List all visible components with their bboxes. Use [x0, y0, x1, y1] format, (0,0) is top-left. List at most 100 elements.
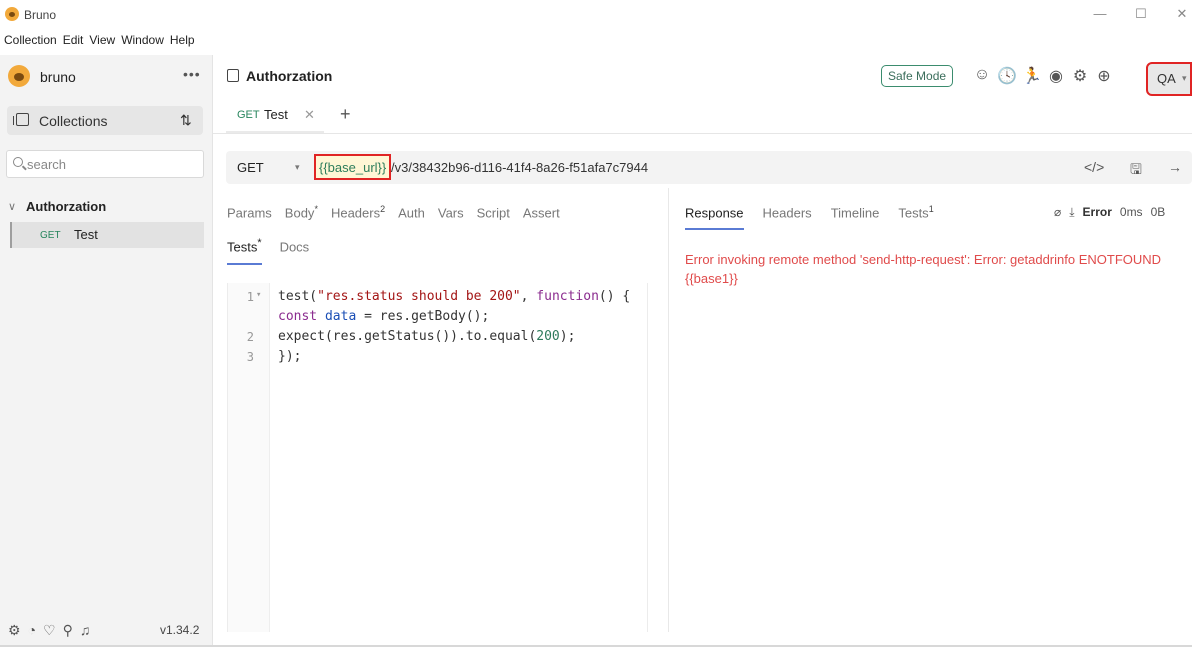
eye-icon[interactable]: ◉: [1047, 66, 1065, 86]
menu-help[interactable]: Help: [170, 33, 195, 51]
clock-icon[interactable]: 🕓: [997, 66, 1017, 86]
settings-icon[interactable]: ⚙: [8, 622, 21, 639]
code-text: test("res.status should be 200", functio…: [278, 289, 631, 304]
chevron-down-icon: ▾: [1182, 73, 1187, 83]
response-status-bar: ⌀ ⤓ Error 0ms 0B: [1054, 205, 1165, 220]
collection-name: Authorzation: [26, 199, 107, 214]
workspace-name: bruno: [40, 69, 76, 85]
code-line: const data = res.getBody();: [228, 309, 648, 329]
collection-item[interactable]: ∨ Authorzation: [8, 199, 208, 219]
code-text: const data = res.getBody();: [278, 309, 490, 324]
tab-headers[interactable]: Headers2: [331, 204, 385, 220]
tab-docs[interactable]: Docs: [280, 237, 310, 265]
tab-script[interactable]: Script: [477, 204, 510, 220]
chevron-down-icon[interactable]: ▾: [295, 162, 300, 173]
safe-mode-badge[interactable]: Safe Mode: [881, 65, 954, 87]
tab-timeline[interactable]: Timeline: [831, 204, 880, 230]
chevron-down-icon: ∨: [8, 201, 17, 213]
sort-icon[interactable]: ⇅: [180, 112, 192, 129]
tests-code-editor[interactable]: 1 ▾ test("res.status should be 200", fun…: [227, 283, 648, 632]
search-input[interactable]: [27, 155, 197, 173]
collections-label: Collections: [39, 113, 108, 129]
more-options-icon[interactable]: •••: [183, 66, 201, 82]
tab-label: Test: [264, 107, 288, 122]
window-title: Bruno: [24, 8, 57, 22]
tab-vars[interactable]: Vars: [438, 204, 464, 220]
method-select[interactable]: GET: [237, 160, 264, 175]
workspace-header: bruno •••: [0, 63, 213, 91]
code-line: 3 });: [228, 349, 648, 369]
sidebar: bruno ••• Collections ⇅ ∨ Authorzation G…: [0, 55, 213, 647]
menu-window[interactable]: Window: [121, 33, 164, 51]
collection-icon: [227, 69, 239, 82]
code-icon[interactable]: </>: [1084, 159, 1104, 175]
tab-response-headers[interactable]: Headers: [763, 204, 812, 230]
collections-icon: [13, 113, 29, 126]
globe-icon[interactable]: ⊕: [1095, 66, 1113, 86]
response-pane-tabs: Response Headers Timeline Tests1: [685, 204, 934, 231]
key-icon[interactable]: ⚲: [63, 622, 73, 639]
fold-icon[interactable]: ▾: [256, 290, 261, 300]
environment-name: QA: [1157, 71, 1176, 86]
minimize-button[interactable]: —: [1090, 6, 1110, 21]
url-variable[interactable]: {{base_url}}: [314, 154, 392, 180]
line-number: 2: [246, 330, 254, 344]
line-number: 3: [246, 350, 254, 364]
url-bar: GET ▾ {{base_url}} /v3/38432b96-d116-41f…: [226, 151, 1192, 184]
bell-icon[interactable]: ♫: [80, 622, 91, 639]
tab-assert[interactable]: Assert: [523, 204, 560, 220]
title-bar: Bruno — ☐ ✕: [0, 0, 1192, 30]
menu-bar: Collection Edit View Window Help: [0, 33, 195, 51]
tab-params[interactable]: Params: [227, 204, 272, 220]
tab-method: GET: [237, 109, 260, 121]
download-icon[interactable]: ⤓: [1069, 205, 1074, 220]
menu-view[interactable]: View: [89, 33, 115, 51]
app-version: v1.34.2: [160, 623, 200, 637]
close-tab-icon[interactable]: ✕: [304, 107, 315, 123]
tab-auth[interactable]: Auth: [398, 204, 425, 220]
response-size: 0B: [1150, 205, 1166, 219]
request-pane-tabs-row2: Tests* Docs: [227, 237, 310, 266]
tab-tests[interactable]: Tests*: [227, 237, 262, 266]
dog-icon[interactable]: ☺: [973, 66, 991, 84]
bruno-dog-icon: [8, 65, 30, 87]
request-method: GET: [40, 230, 61, 241]
runner-icon[interactable]: 🏃: [1022, 66, 1042, 86]
request-tab[interactable]: GET Test ✕: [226, 98, 324, 133]
code-text: expect(res.getStatus()).to.equal(200);: [278, 329, 576, 344]
tab-response[interactable]: Response: [685, 204, 744, 231]
heart-icon[interactable]: ♡: [43, 622, 56, 639]
collection-title: Authorzation: [246, 68, 333, 84]
tab-body[interactable]: Body*: [285, 204, 318, 220]
close-window-button[interactable]: ✕: [1172, 6, 1192, 22]
search-icon: [13, 157, 23, 167]
cookies-icon[interactable]: ◔: [28, 622, 36, 639]
menu-collection[interactable]: Collection: [4, 33, 57, 51]
request-item[interactable]: GET Test: [10, 222, 204, 248]
line-number: 1: [246, 290, 254, 304]
search-field[interactable]: [6, 150, 204, 178]
url-path[interactable]: /v3/38432b96-d116-41f4-8a26-f51afa7c7944: [391, 160, 648, 175]
send-arrow-icon[interactable]: →: [1168, 159, 1182, 175]
maximize-button[interactable]: ☐: [1131, 6, 1151, 22]
code-line: 2 expect(res.getStatus()).to.equal(200);: [228, 329, 648, 349]
bruno-logo-icon: [5, 7, 19, 21]
environment-selector[interactable]: QA ▾: [1146, 62, 1192, 96]
request-tab-bar: GET Test ✕ +: [213, 98, 1192, 134]
gear-icon[interactable]: ⚙: [1071, 66, 1089, 86]
pane-divider[interactable]: [668, 188, 669, 632]
response-error-message: Error invoking remote method 'send-http-…: [685, 252, 1162, 286]
clear-response-icon[interactable]: ⌀: [1054, 205, 1061, 220]
sidebar-footer-icons: ⚙ ◔ ♡ ⚲ ♫: [8, 622, 90, 639]
code-line: 1 ▾ test("res.status should be 200", fun…: [228, 289, 648, 309]
menu-edit[interactable]: Edit: [63, 33, 84, 51]
request-name: Test: [74, 227, 98, 242]
status-badge: Error: [1082, 205, 1112, 219]
tab-tests-results[interactable]: Tests1: [898, 204, 933, 230]
response-time: 0ms: [1119, 205, 1143, 219]
request-pane-tabs: Params Body* Headers2 Auth Vars Script A…: [227, 204, 560, 220]
new-tab-button[interactable]: +: [340, 104, 351, 125]
code-text: });: [278, 349, 302, 364]
save-icon[interactable]: 🖫: [1130, 159, 1142, 183]
collections-button[interactable]: Collections ⇅: [7, 106, 203, 135]
